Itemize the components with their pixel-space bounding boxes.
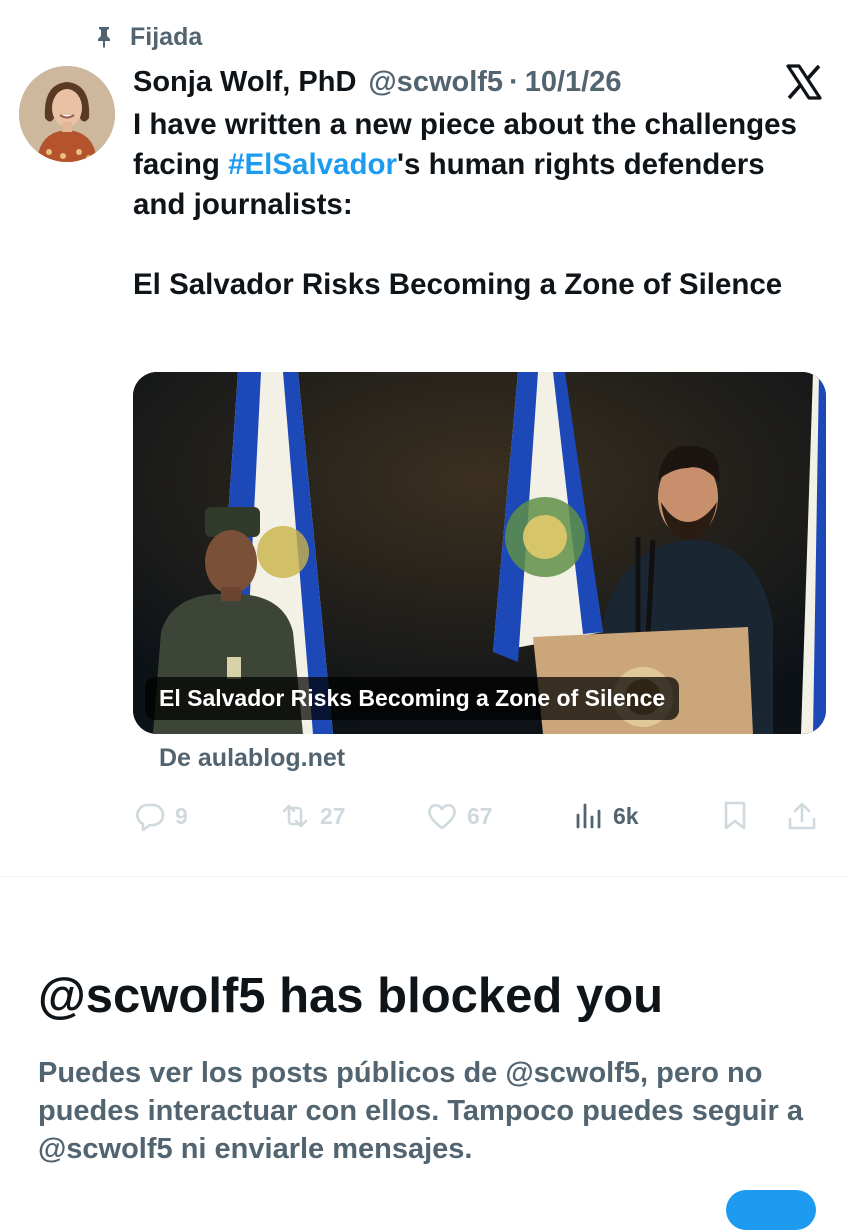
pin-icon [98,27,110,48]
tweet-body: I have written a new piece about the cha… [133,105,813,225]
repost-button[interactable]: 27 [278,795,346,837]
author-name[interactable]: Sonja Wolf, PhD [133,66,356,99]
pinned-indicator: Fijada [92,20,202,54]
card-caption: El Salvador Risks Becoming a Zone of Sil… [145,677,680,720]
reply-count: 9 [175,802,188,829]
tweet-link-title: El Salvador Risks Becoming a Zone of Sil… [133,268,783,301]
section-divider [0,876,846,877]
hashtag-link[interactable]: #ElSalvador [228,148,397,181]
action-bar: 9 27 67 6k [133,795,826,837]
heart-icon [428,803,456,830]
share-icon [788,802,816,830]
avatar[interactable] [19,66,115,162]
views-count: 6k [613,802,639,829]
bookmark-button[interactable] [718,795,752,837]
x-logo-icon [784,62,824,102]
blocked-message: Puedes ver los posts públicos de @scwolf… [38,1057,803,1165]
reply-button[interactable]: 9 [133,795,188,837]
like-count: 67 [467,802,493,829]
share-button[interactable] [785,795,819,837]
views-button[interactable]: 6k [571,795,639,837]
like-button[interactable]: 67 [425,795,493,837]
repost-icon [282,804,308,828]
card-source[interactable]: De aulablog.net [159,744,345,773]
reply-icon [136,803,165,832]
separator-dot: · [509,65,519,98]
bookmark-icon [724,801,746,830]
link-preview-card[interactable]: El Salvador Risks Becoming a Zone of Sil… [133,372,826,734]
floating-button[interactable] [726,1190,816,1230]
tweet-header: Sonja Wolf, PhD @scwolf5 · 10/1/26 [133,62,622,102]
repost-count: 27 [320,802,346,829]
pinned-label: Fijada [130,22,203,51]
blocked-title: @scwolf5 has blocked you [38,969,664,1023]
tweet-text: I have written a new piece about the cha… [133,105,813,305]
post-date[interactable]: 10/1/26 [525,66,622,99]
views-icon [576,803,601,829]
author-handle[interactable]: @scwolf5 [368,66,503,99]
